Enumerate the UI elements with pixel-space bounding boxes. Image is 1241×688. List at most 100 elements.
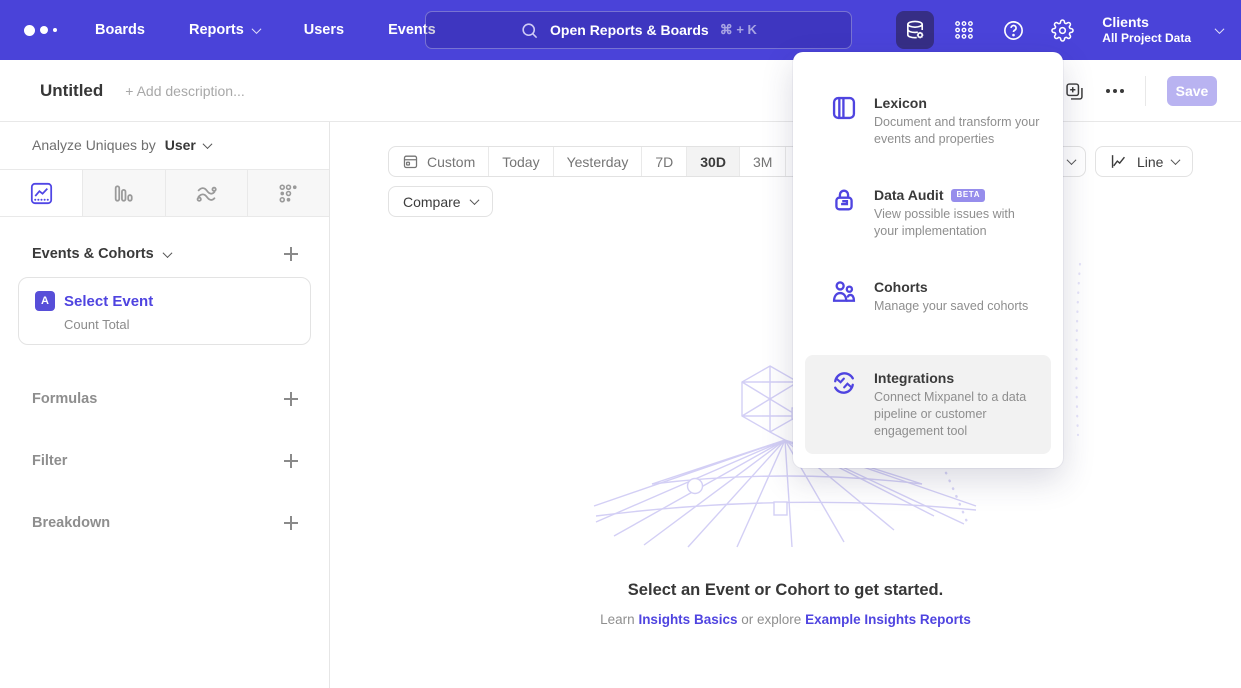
project-name: Clients (1102, 14, 1191, 32)
date-range-7d[interactable]: 7D (641, 147, 686, 176)
search-shortcut: ⌘ + K (720, 22, 757, 38)
duplicate-icon[interactable] (1064, 81, 1085, 102)
lock-icon (830, 186, 858, 214)
chart-type-label: Line (1137, 154, 1163, 170)
date-range-yesterday[interactable]: Yesterday (553, 147, 642, 176)
database-gear-icon (904, 19, 927, 42)
filter-section-label: Filter (32, 453, 67, 469)
dotted-line-decoration (1068, 262, 1084, 437)
more-options-button[interactable] (1106, 89, 1124, 93)
chart-type-dropdown[interactable]: Line (1095, 146, 1193, 177)
data-management-dropdown: Lexicon Document and transform your even… (793, 52, 1063, 468)
analyze-value-dropdown[interactable]: User (165, 137, 211, 153)
date-range-label: 30D (700, 154, 726, 170)
chevron-down-icon (1067, 155, 1077, 165)
help-button[interactable] (994, 11, 1032, 49)
menu-item-integrations[interactable]: Integrations Connect Mixpanel to a data … (805, 355, 1051, 454)
date-range-custom[interactable]: Custom (389, 147, 488, 176)
date-range-30d[interactable]: 30D (686, 147, 739, 176)
calendar-icon (402, 153, 419, 170)
tab-line-chart[interactable] (0, 170, 82, 216)
global-search-input[interactable]: Open Reports & Boards ⌘ + K (425, 11, 852, 49)
menu-item-title: Integrations (874, 369, 954, 387)
date-range-today[interactable]: Today (488, 147, 552, 176)
tab-flow-chart[interactable] (165, 170, 247, 216)
compare-label: Compare (403, 194, 461, 210)
empty-state-title: Select an Event or Cohort to get started… (330, 581, 1241, 600)
formulas-section-label: Formulas (32, 391, 97, 407)
add-formula-button[interactable] (283, 391, 299, 407)
add-description-field[interactable]: + Add description... (125, 83, 244, 99)
menu-item-description: Connect Mixpanel to a data pipeline or c… (874, 389, 1041, 440)
menu-item-lexicon[interactable]: Lexicon Document and transform your even… (805, 84, 1051, 158)
empty-state-links: Learn Insights Basics or explore Example… (330, 612, 1241, 627)
search-icon (520, 21, 539, 40)
scatter-icon (276, 181, 301, 206)
date-range-label: 3M (753, 154, 772, 170)
nav-item-reports[interactable]: Reports (189, 22, 260, 38)
bar-chart-icon (111, 181, 136, 206)
analyze-value: User (165, 137, 196, 153)
or-explore-text: or explore (741, 612, 801, 627)
chart-type-tabs (0, 169, 329, 217)
add-filter-button[interactable] (283, 453, 299, 469)
tab-bar-chart[interactable] (82, 170, 164, 216)
add-breakdown-button[interactable] (283, 515, 299, 531)
nav-item-label: Reports (189, 22, 244, 38)
question-circle-icon (1002, 19, 1025, 42)
select-event-label[interactable]: Select Event (64, 293, 153, 310)
search-placeholder: Open Reports & Boards (550, 22, 709, 38)
beta-badge: BETA (951, 189, 985, 202)
menu-item-description: Manage your saved cohorts (874, 298, 1028, 315)
chevron-down-icon (1171, 155, 1181, 165)
tab-scatter-chart[interactable] (247, 170, 329, 216)
breakdown-section-label: Breakdown (32, 515, 110, 531)
line-chart-icon (29, 181, 54, 206)
save-button[interactable]: Save (1167, 76, 1217, 106)
date-range-label: Today (502, 154, 539, 170)
menu-item-data-audit[interactable]: Data AuditBETA View possible issues with… (805, 176, 1051, 250)
book-icon (830, 94, 858, 122)
project-scope: All Project Data (1102, 31, 1191, 46)
nav-item-users[interactable]: Users (304, 22, 344, 38)
menu-item-title: Lexicon (874, 94, 927, 112)
chevron-down-icon (202, 139, 212, 149)
report-title[interactable]: Untitled (40, 81, 103, 101)
data-management-button[interactable] (896, 11, 934, 49)
analyze-label: Analyze Uniques by (32, 137, 156, 153)
menu-item-title: Data Audit (874, 186, 943, 204)
example-insights-reports-link[interactable]: Example Insights Reports (805, 612, 971, 627)
nav-item-label: Users (304, 22, 344, 38)
sync-icon (830, 369, 858, 397)
people-icon (830, 278, 858, 306)
chevron-down-icon (162, 248, 172, 258)
date-range-label: 7D (655, 154, 673, 170)
select-event-card[interactable]: A Select Event Count Total (18, 277, 311, 345)
learn-prefix: Learn (600, 612, 635, 627)
chevron-down-icon (469, 195, 479, 205)
mixpanel-logo-icon[interactable] (24, 25, 57, 36)
project-selector[interactable]: Clients All Project Data (1102, 14, 1191, 47)
chevron-down-icon (1215, 24, 1225, 34)
nav-item-label: Boards (95, 22, 145, 38)
settings-button[interactable] (1043, 11, 1081, 49)
flow-icon (194, 181, 219, 206)
menu-item-cohorts[interactable]: Cohorts Manage your saved cohorts (805, 268, 1051, 325)
nav-item-boards[interactable]: Boards (95, 22, 145, 38)
grid-dots-icon (953, 19, 975, 41)
date-range-label: Custom (427, 154, 475, 170)
date-range-3m[interactable]: 3M (739, 147, 785, 176)
menu-item-description: Document and transform your events and p… (874, 114, 1041, 148)
count-total-dropdown[interactable]: Count Total (64, 317, 294, 332)
add-event-button[interactable] (283, 246, 299, 262)
query-builder-sidebar: Analyze Uniques by User (0, 122, 330, 688)
menu-item-title: Cohorts (874, 278, 928, 296)
date-range-control: Custom Today Yesterday 7D 30D 3M 6M (388, 146, 833, 177)
top-navbar: Boards Reports Users Events Open Reports… (0, 0, 1241, 60)
compare-button[interactable]: Compare (388, 186, 493, 217)
gear-icon (1051, 19, 1074, 42)
insights-basics-link[interactable]: Insights Basics (638, 612, 737, 627)
apps-grid-button[interactable] (945, 11, 983, 49)
events-cohorts-header[interactable]: Events & Cohorts (32, 246, 171, 262)
event-letter-badge: A (35, 291, 55, 311)
